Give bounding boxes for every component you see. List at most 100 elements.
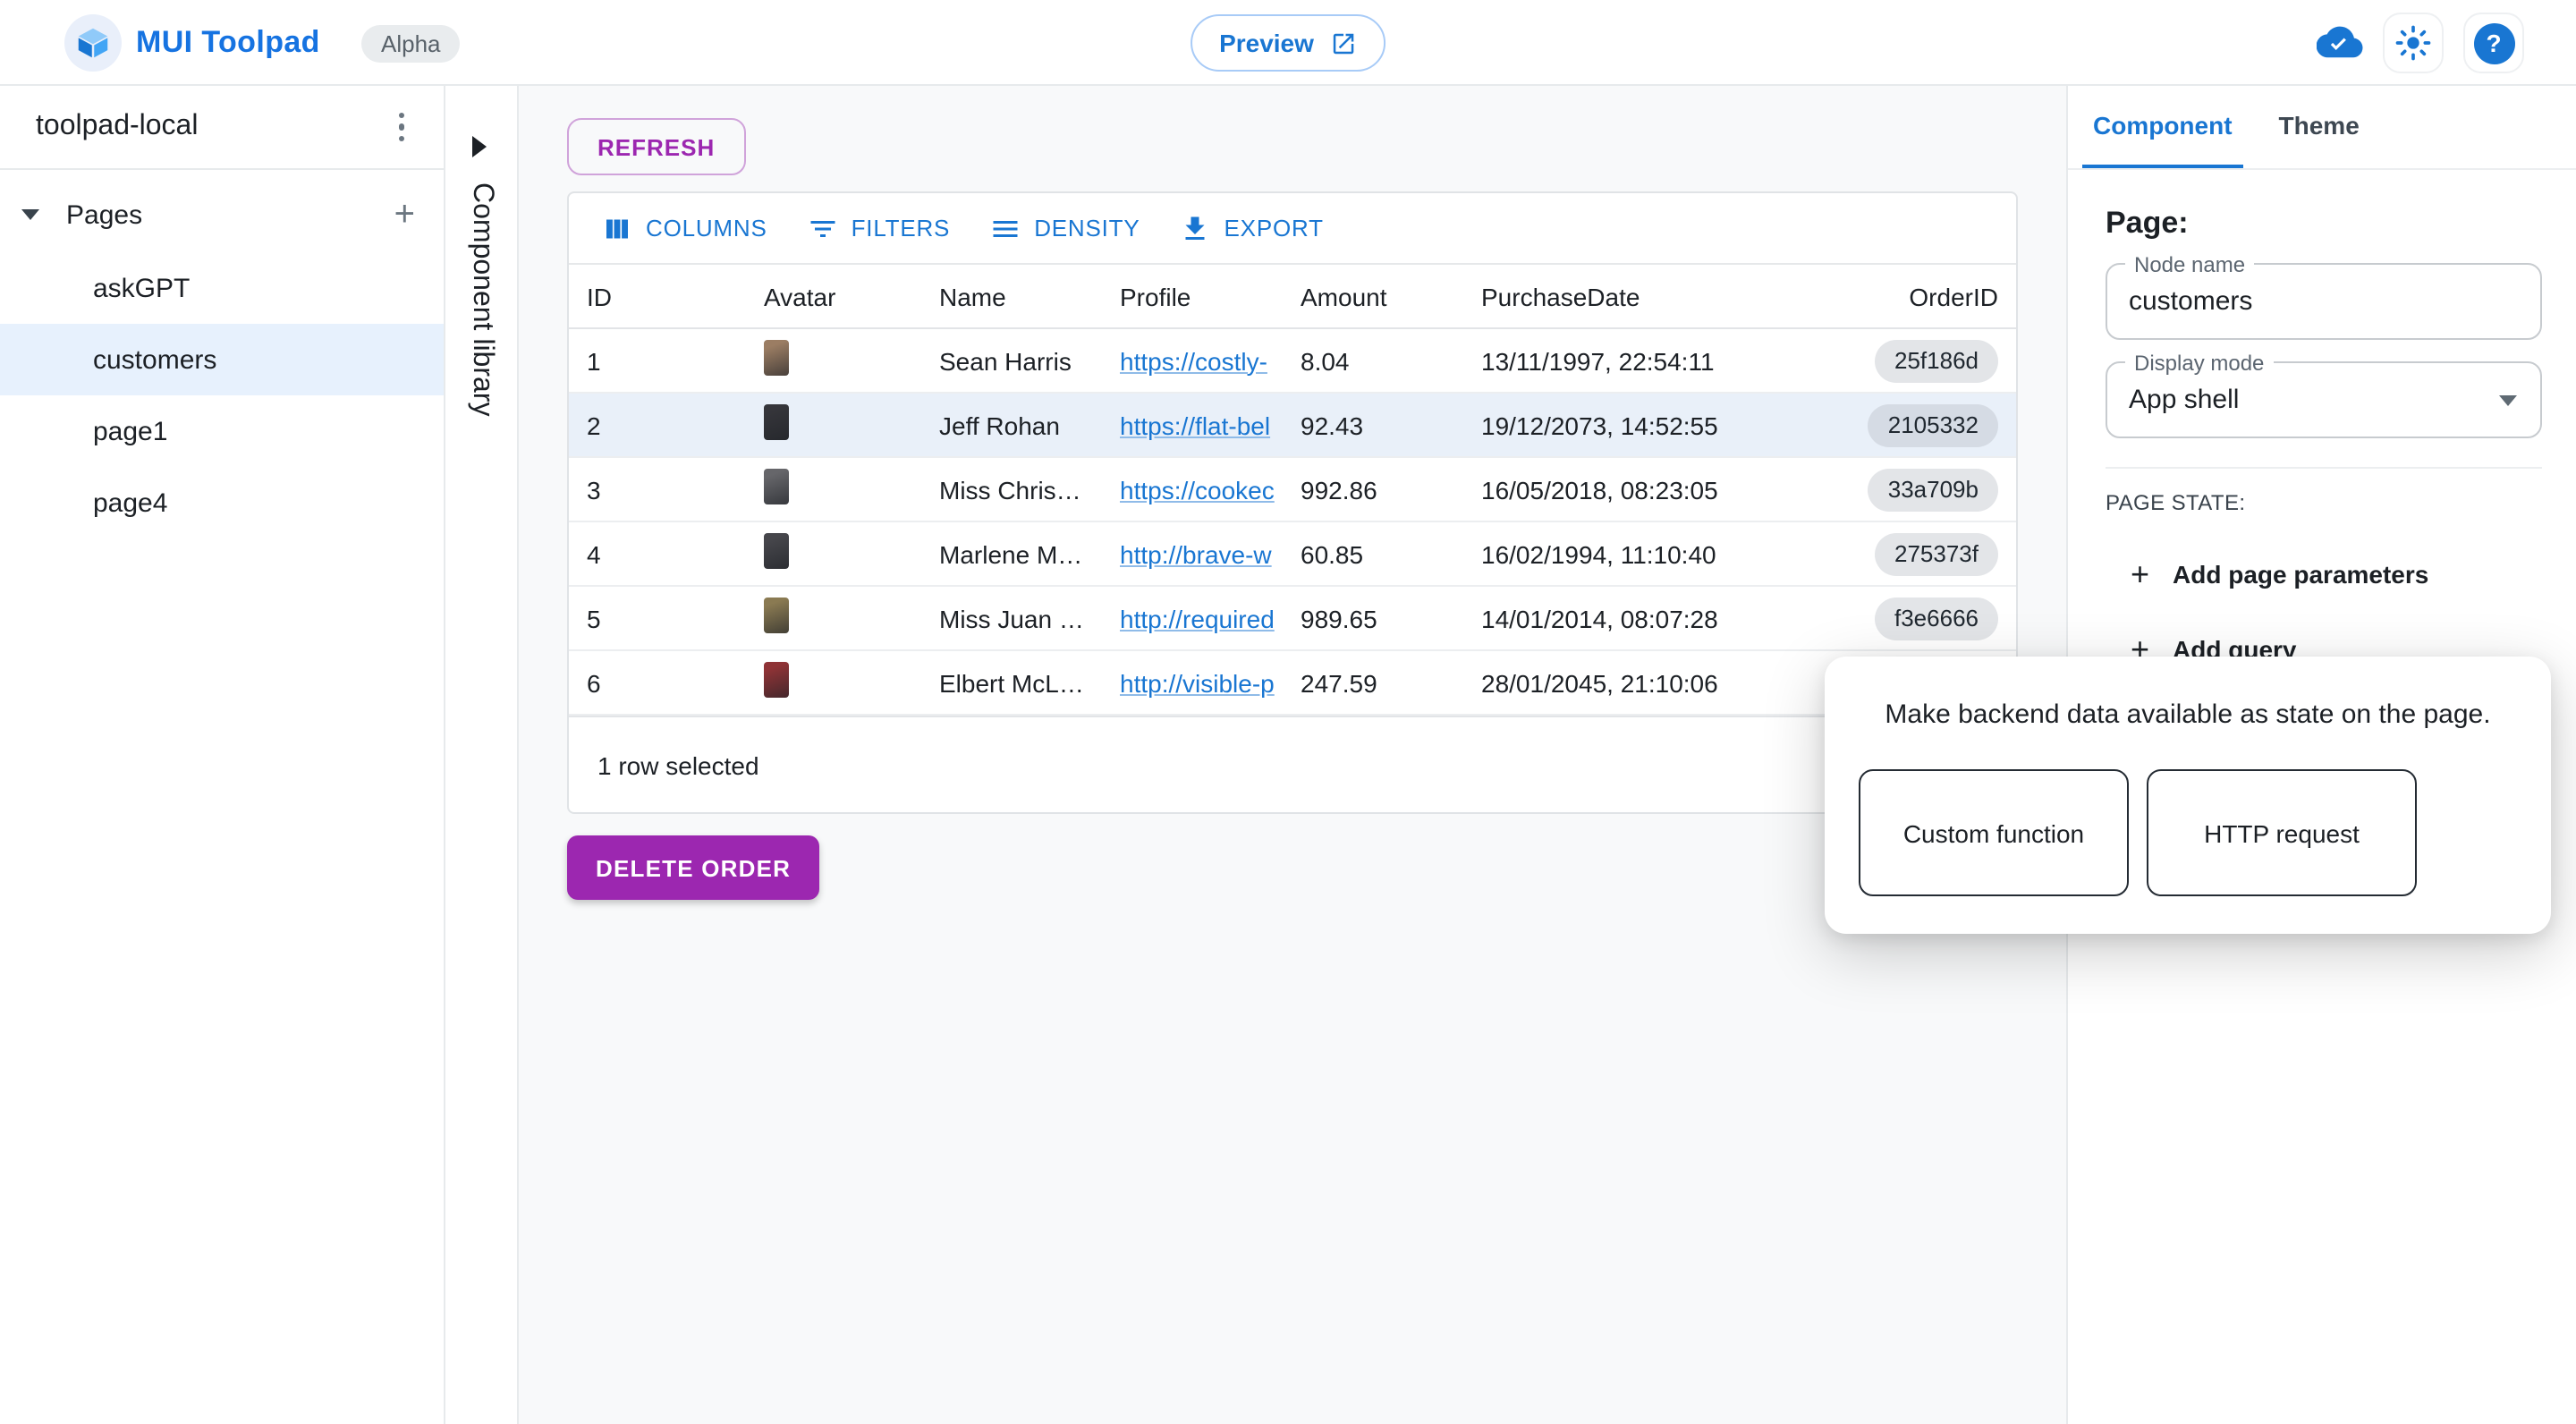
toolpad-logo-icon: [75, 25, 111, 61]
profile-link[interactable]: http://visible-p: [1120, 668, 1275, 697]
avatar: [764, 340, 789, 376]
order-id-chip: 275373f: [1875, 532, 1998, 575]
column-header-id[interactable]: ID: [569, 282, 746, 310]
grid-toolbar-density-button[interactable]: DENSITY: [975, 205, 1154, 251]
order-id-chip: f3e6666: [1875, 597, 1998, 640]
cell-amount: 8.04: [1283, 346, 1463, 375]
column-header-profile[interactable]: Profile: [1102, 282, 1283, 310]
cell-id: 6: [569, 668, 746, 697]
node-name-input[interactable]: [2129, 286, 2519, 317]
avatar: [764, 598, 789, 633]
cell-profile: https://cookec: [1102, 475, 1283, 504]
brightness-icon: [2395, 25, 2431, 61]
sidebar-item-customers[interactable]: customers: [0, 324, 444, 395]
project-name: toolpad-local: [36, 111, 198, 143]
profile-link[interactable]: http://brave-w: [1120, 539, 1272, 568]
cell-amount: 992.86: [1283, 475, 1463, 504]
cell-avatar: [746, 404, 921, 445]
add-page-parameters-button[interactable]: +Add page parameters: [2106, 558, 2540, 590]
cell-purchase-date: 14/01/2014, 08:07:28: [1463, 604, 1819, 632]
page-state-label: PAGE STATE:: [2106, 490, 2540, 515]
columns-icon: [601, 212, 633, 244]
grid-toolbar-filters-button[interactable]: FILTERS: [792, 205, 965, 251]
custom-function-button[interactable]: Custom function: [1859, 769, 2129, 896]
help-icon: ?: [2473, 22, 2514, 64]
preview-button-label: Preview: [1219, 29, 1314, 57]
theme-brightness-button[interactable]: [2383, 13, 2444, 73]
grid-toolbar-button-label: EXPORT: [1224, 215, 1324, 242]
sidebar-item-askGPT[interactable]: askGPT: [0, 252, 444, 324]
column-header-avatar[interactable]: Avatar: [746, 282, 921, 310]
profile-link[interactable]: https://flat-bel: [1120, 411, 1270, 439]
cell-amount: 60.85: [1283, 539, 1463, 568]
topbar-actions: ?: [2317, 0, 2524, 86]
toolpad-logo: [64, 14, 122, 72]
table-row[interactable]: 2Jeff Rohanhttps://flat-bel92.4319/12/20…: [569, 394, 2016, 458]
cell-profile: https://flat-bel: [1102, 411, 1283, 439]
tab-component[interactable]: Component: [2082, 86, 2243, 168]
component-library-label: Component library: [465, 182, 497, 416]
help-button[interactable]: ?: [2463, 13, 2524, 73]
more-vert-icon[interactable]: [387, 102, 415, 153]
profile-link[interactable]: http://required: [1120, 604, 1275, 632]
node-name-label: Node name: [2125, 252, 2254, 277]
table-row[interactable]: 3 Miss Chris… https://cookec 992.8616/05/20…: [569, 458, 2016, 522]
grid-toolbar-button-label: FILTERS: [852, 215, 951, 242]
sidebar-item-page1[interactable]: page1: [0, 395, 444, 467]
popup-buttons: Custom functionHTTP request: [1859, 769, 2517, 896]
divider: [2106, 467, 2542, 469]
cell-profile: http://brave-w: [1102, 539, 1283, 568]
http-request-button[interactable]: HTTP request: [2147, 769, 2417, 896]
data-grid-rows: 1Sean Harrishttps://costly-8.0413/11/199…: [569, 329, 2016, 716]
cell-purchase-date: 19/12/2073, 14:52:55: [1463, 411, 1819, 439]
display-mode-select[interactable]: Display mode App shell: [2106, 361, 2542, 438]
component-library-strip[interactable]: Component library: [445, 86, 519, 1424]
plus-icon: +: [2131, 558, 2149, 590]
cell-order-id: f3e6666: [1819, 597, 2016, 640]
cell-id: 3: [569, 475, 746, 504]
cell-profile: http://required: [1102, 604, 1283, 632]
column-header-orderid[interactable]: OrderID: [1819, 282, 2016, 310]
display-mode-value: App shell: [2129, 385, 2239, 415]
grid-toolbar-button-label: DENSITY: [1034, 215, 1140, 242]
project-header: toolpad-local: [0, 86, 444, 170]
inspector-content: Page: Node name Display mode App shell P…: [2068, 206, 2576, 665]
profile-link[interactable]: https://cookec: [1120, 475, 1275, 504]
cell-purchase-date: 16/05/2018, 08:23:05: [1463, 475, 1819, 504]
cell-id: 1: [569, 346, 746, 375]
collapse-arrow-icon: [21, 209, 39, 220]
refresh-button[interactable]: REFRESH: [567, 118, 745, 175]
preview-button[interactable]: Preview: [1191, 14, 1385, 72]
sidebar-item-page4[interactable]: page4: [0, 467, 444, 538]
tab-theme[interactable]: Theme: [2268, 86, 2370, 168]
top-app-bar: MUI Toolpad Alpha Preview: [0, 0, 2576, 86]
cloud-done-icon: [2317, 25, 2363, 61]
data-grid-header-row: IDAvatarNameProfileAmountPurchaseDateOrd…: [569, 265, 2016, 329]
app-window: MUI Toolpad Alpha Preview: [0, 0, 2576, 1424]
grid-toolbar-columns-button[interactable]: COLUMNS: [587, 205, 782, 251]
cell-amount: 247.59: [1283, 668, 1463, 697]
cell-profile: https://costly-: [1102, 346, 1283, 375]
add-page-icon[interactable]: +: [394, 197, 415, 233]
cell-name: Miss Chris…: [921, 475, 1102, 504]
delete-order-button[interactable]: DELETE ORDER: [567, 835, 819, 900]
inspector-tabs: Component Theme: [2068, 86, 2576, 170]
add-query-popup: Make backend data available as state on …: [1825, 657, 2551, 934]
cell-order-id: 25f186d: [1819, 339, 2016, 382]
profile-link[interactable]: https://costly-: [1120, 346, 1267, 375]
grid-toolbar-export-button[interactable]: EXPORT: [1165, 205, 1338, 251]
pages-section-header[interactable]: Pages +: [0, 188, 444, 242]
table-row[interactable]: 6Elbert McL…http://visible-p247.5928/01/…: [569, 651, 2016, 716]
cell-id: 2: [569, 411, 746, 439]
column-header-amount[interactable]: Amount: [1283, 282, 1463, 310]
column-header-name[interactable]: Name: [921, 282, 1102, 310]
alpha-badge: Alpha: [361, 25, 461, 63]
avatar: [764, 662, 789, 698]
table-row[interactable]: 1Sean Harrishttps://costly-8.0413/11/199…: [569, 329, 2016, 394]
table-row[interactable]: 5Miss Juan …http://required989.6514/01/2…: [569, 587, 2016, 651]
selection-status: 1 row selected: [597, 751, 759, 780]
brand-title: MUI Toolpad: [136, 0, 320, 86]
table-row[interactable]: 4Marlene M…http://brave-w60.8516/02/1994…: [569, 522, 2016, 587]
node-name-field[interactable]: Node name: [2106, 263, 2542, 340]
column-header-purchasedate[interactable]: PurchaseDate: [1463, 282, 1819, 310]
